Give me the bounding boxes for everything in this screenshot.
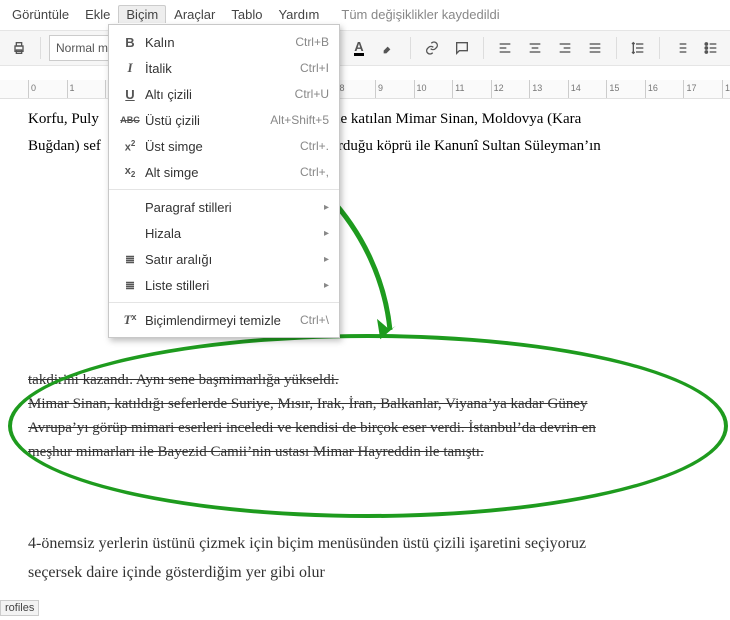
instruction-text[interactable]: 4-önemsiz yerlerin üstünü çizmek için bi…: [28, 530, 710, 588]
menu-item-label: Alt simge: [141, 165, 300, 180]
menu-item-icon: x2: [119, 139, 141, 154]
menu-item-shortcut: Ctrl+.: [300, 139, 329, 153]
doc-line2a: Buğdan) sef: [28, 138, 101, 154]
menu-item-shortcut: Ctrl+B: [295, 35, 329, 49]
instruction-line1: 4-önemsiz yerlerin üstünü çizmek için bi…: [28, 530, 710, 559]
submenu-arrow-icon: ▸: [324, 280, 329, 291]
menu-item-hizala[interactable]: Hizala▸: [109, 220, 339, 246]
menu-item-alt-simge[interactable]: x2Alt simgeCtrl+,: [109, 159, 339, 185]
menu-tablo[interactable]: Tablo: [223, 5, 270, 24]
autosave-status: Tüm değişiklikler kaydedildi: [341, 7, 499, 22]
menu-item-shortcut: Ctrl+U: [295, 87, 329, 101]
submenu-arrow-icon: ▸: [324, 228, 329, 239]
strike-line: meşhur mimarları ile Bayezid Camii’nin u…: [28, 444, 484, 460]
menu-item-label: Biçimlendirmeyi temizle: [141, 313, 300, 328]
numbered-list-button[interactable]: [668, 35, 694, 61]
menu-separator: [109, 189, 339, 190]
menu-item-label: Paragraf stilleri: [141, 200, 324, 215]
menu-item-label: Liste stilleri: [141, 278, 324, 293]
print-button[interactable]: [6, 35, 32, 61]
menu-item-icon: I: [119, 60, 141, 76]
insert-link-button[interactable]: [419, 35, 445, 61]
menu-araclar[interactable]: Araçlar: [166, 5, 223, 24]
strikethrough-sample-block[interactable]: takdirini kazandı. Aynı sene başmimarlığ…: [28, 368, 700, 464]
menu-item-icon: ≣: [119, 278, 141, 292]
highlight-color-button[interactable]: [376, 35, 402, 61]
menu-ekle[interactable]: Ekle: [77, 5, 118, 24]
menu-item-bi-imlendirmeyi-temizle[interactable]: TxBiçimlendirmeyi temizleCtrl+\: [109, 307, 339, 333]
status-chip: rofiles: [0, 600, 39, 616]
menu-item-icon: x2: [119, 165, 141, 179]
menu-item-label: Hizala: [141, 226, 324, 241]
menu-item-label: Üst simge: [141, 139, 300, 154]
menu-item-kal-n[interactable]: BKalınCtrl+B: [109, 29, 339, 55]
format-dropdown: BKalınCtrl+BIİtalikCtrl+IUAltı çiziliCtr…: [108, 24, 340, 338]
submenu-arrow-icon: ▸: [324, 202, 329, 213]
text-color-button[interactable]: A: [346, 35, 372, 61]
menu-item-label: İtalik: [141, 61, 300, 76]
doc-line2b: kurduğu köprü ile Kanunî Sultan Süleyman…: [323, 138, 601, 154]
submenu-arrow-icon: ▸: [324, 254, 329, 265]
separator: [616, 37, 617, 59]
strike-line: Avrupa’yı görüp mimari eserleri inceledi…: [28, 420, 596, 436]
menu-item--st-simge[interactable]: x2Üst simgeCtrl+.: [109, 133, 339, 159]
menu-yardim[interactable]: Yardım: [270, 5, 327, 24]
menu-item-icon: ≣: [119, 252, 141, 266]
menu-item-shortcut: Ctrl+,: [300, 165, 329, 179]
menu-bicim[interactable]: Biçim: [118, 5, 166, 23]
strike-line: Mimar Sinan, katıldığı seferlerde Suriye…: [28, 396, 588, 412]
bulleted-list-button[interactable]: [698, 35, 724, 61]
menu-item-label: Üstü çizili: [141, 113, 270, 128]
menu-item-icon: Tx: [119, 312, 141, 328]
menu-item-i-talik[interactable]: IİtalikCtrl+I: [109, 55, 339, 81]
menu-item-label: Satır aralığı: [141, 252, 324, 267]
separator: [659, 37, 660, 59]
separator: [40, 37, 41, 59]
menu-item-label: Altı çizili: [141, 87, 295, 102]
doc-line1a: Korfu, Puly: [28, 111, 99, 127]
strike-line: takdirini kazandı. Aynı sene başmimarlığ…: [28, 372, 339, 388]
separator: [410, 37, 411, 59]
instruction-line2: seçersek daire içinde gösterdiğim yer gi…: [28, 559, 710, 588]
menu-item-icon: B: [119, 35, 141, 50]
align-left-button[interactable]: [492, 35, 518, 61]
menu-item-icon: ABC: [119, 115, 141, 125]
menu-item-sat-r-aral-[interactable]: ≣Satır aralığı▸: [109, 246, 339, 272]
menu-item-shortcut: Ctrl+\: [300, 313, 329, 327]
menu-goruntule[interactable]: Görüntüle: [4, 5, 77, 24]
menu-separator: [109, 302, 339, 303]
menu-item-liste-stilleri[interactable]: ≣Liste stilleri▸: [109, 272, 339, 298]
doc-line1b: ine katılan Mimar Sinan, Moldovya (Kara: [329, 111, 581, 127]
menu-item-shortcut: Alt+Shift+5: [270, 113, 329, 127]
menu-item--st-izili[interactable]: ABCÜstü çiziliAlt+Shift+5: [109, 107, 339, 133]
menu-item-shortcut: Ctrl+I: [300, 61, 329, 75]
menu-item-label: Kalın: [141, 35, 295, 50]
align-right-button[interactable]: [552, 35, 578, 61]
separator: [483, 37, 484, 59]
align-justify-button[interactable]: [582, 35, 608, 61]
menu-item-alt-izili[interactable]: UAltı çiziliCtrl+U: [109, 81, 339, 107]
insert-comment-button[interactable]: [449, 35, 475, 61]
menu-item-paragraf-stilleri[interactable]: Paragraf stilleri▸: [109, 194, 339, 220]
line-spacing-button[interactable]: [625, 35, 651, 61]
menubar: Görüntüle Ekle Biçim Araçlar Tablo Yardı…: [0, 4, 730, 24]
menu-item-icon: U: [119, 87, 141, 102]
align-center-button[interactable]: [522, 35, 548, 61]
